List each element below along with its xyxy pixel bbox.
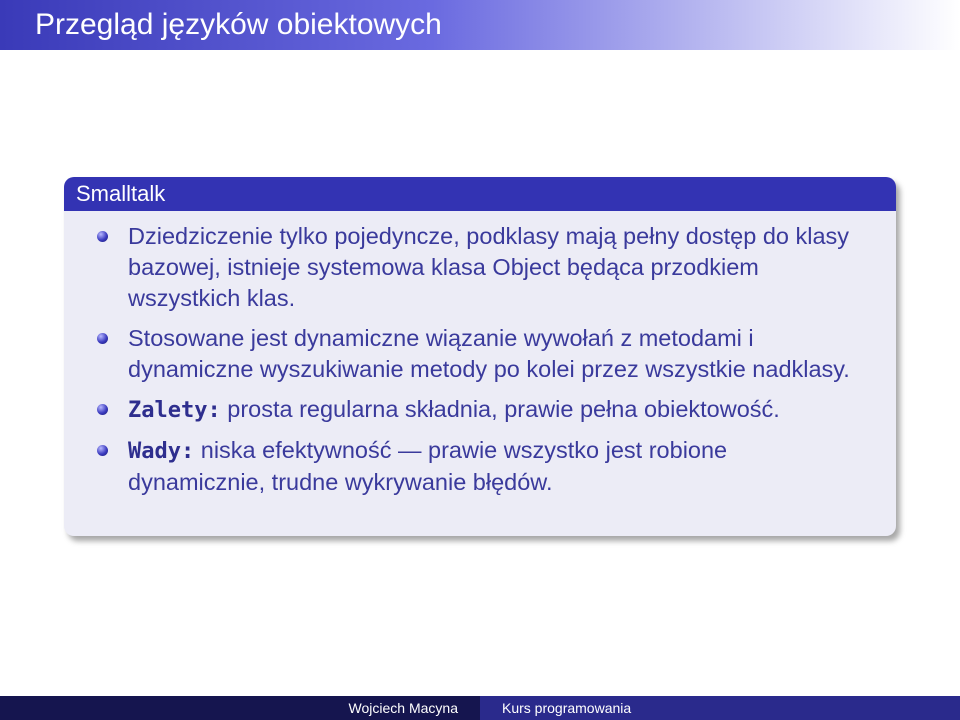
list-item: Zalety: prosta regularna składnia, prawi… xyxy=(64,394,896,426)
list-item: Stosowane jest dynamiczne wiązanie wywoł… xyxy=(64,323,896,385)
footer-course: Kurs programowania xyxy=(502,700,632,716)
list-item: Wady: niska efektywność — prawie wszystk… xyxy=(64,435,896,498)
list-item-lead: Wady: xyxy=(128,439,195,464)
bullet-icon xyxy=(97,445,108,456)
footer-bar: Wojciech Macyna Kurs programowania xyxy=(0,696,960,720)
list-item: Dziedziczenie tylko pojedyncze, podklasy… xyxy=(64,221,896,314)
list-item-body: Dziedziczenie tylko pojedyncze, podklasy… xyxy=(128,223,850,311)
footer-author: Wojciech Macyna xyxy=(348,700,458,716)
slide-title: Przegląd języków obiektowych xyxy=(35,8,442,41)
list-item-body: Stosowane jest dynamiczne wiązanie wywoł… xyxy=(128,325,850,382)
bullet-icon xyxy=(97,404,108,415)
title-bar: Przegląd języków obiektowych xyxy=(0,0,960,50)
list-item-body: prosta regularna składnia, prawie pełna … xyxy=(227,396,780,422)
bullet-icon xyxy=(97,231,108,242)
footer-right: Kurs programowania xyxy=(480,696,960,720)
list-item-text: Wady: niska efektywność — prawie wszystk… xyxy=(128,435,868,498)
bullet-icon xyxy=(97,333,108,344)
list-item-text: Stosowane jest dynamiczne wiązanie wywoł… xyxy=(128,323,868,385)
block-title: Smalltalk xyxy=(76,181,166,206)
list-item-text: Dziedziczenie tylko pojedyncze, podklasy… xyxy=(128,221,868,314)
list-item-text: Zalety: prosta regularna składnia, prawi… xyxy=(128,394,868,426)
block-header: Smalltalk xyxy=(64,177,896,211)
footer-left: Wojciech Macyna xyxy=(0,696,480,720)
list-item-body: niska efektywność — prawie wszystko jest… xyxy=(128,437,728,495)
smalltalk-block: Smalltalk Dziedziczenie tylko pojedyncze… xyxy=(64,177,896,536)
list-item-lead: Zalety: xyxy=(128,398,221,423)
bullet-list: Dziedziczenie tylko pojedyncze, podklasy… xyxy=(64,221,896,507)
